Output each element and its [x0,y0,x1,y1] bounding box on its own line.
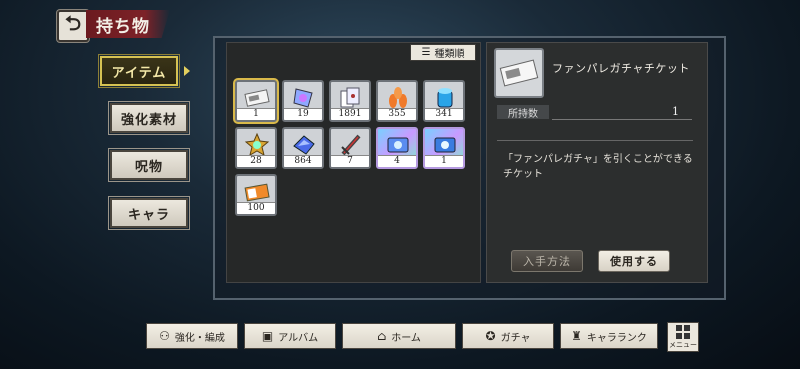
tab-characters[interactable]: キャラ [108,196,190,230]
item-count: 7 [331,155,369,167]
item-count: 28 [237,155,275,167]
tab-enhance-materials[interactable]: 強化素材 [108,101,190,135]
nav-gacha[interactable]: ✪ ガチャ [462,323,554,349]
nav-label: 強化・編成 [174,332,225,344]
item-count: 4 [378,155,416,167]
album-icon: ▣ [261,329,274,343]
item-slot[interactable]: 28 [235,127,277,169]
item-count: 1891 [331,108,369,120]
use-button[interactable]: 使用する [598,250,670,272]
nav-label: ホーム [391,332,421,344]
nav-label: ガチャ [500,332,531,344]
back-arrow-icon: ⮌ [64,11,82,35]
home-icon: ⌂ [377,329,387,343]
item-slot[interactable]: 341 [423,80,465,122]
sort-button[interactable]: ☰ 種類順 [410,44,476,61]
nav-character-rank[interactable]: ♜ キャラランク [560,323,658,349]
item-slot[interactable]: 4 [376,127,418,169]
active-tab-arrow-icon [184,66,190,76]
item-slot[interactable]: 1891 [329,80,371,122]
owned-count-label: 所持数 [497,105,549,120]
divider [497,140,693,141]
item-slot[interactable]: 7 [329,127,371,169]
item-count: 341 [425,108,463,120]
nav-album[interactable]: ▣ アルバム [244,323,336,349]
item-count: 19 [284,108,322,120]
item-slot[interactable]: 355 [376,80,418,122]
tab-cursed-objects[interactable]: 呪物 [108,148,190,182]
item-name: ファンパレガチャチケット [552,62,690,75]
item-count: 1 [425,155,463,167]
rank-icon: ♜ [571,329,582,343]
tab-items[interactable]: アイテム [98,54,180,88]
menu-label: メニュー [669,341,697,349]
divider [552,119,692,120]
item-slot[interactable]: 19 [282,80,324,122]
item-slot[interactable]: 100 [235,174,277,216]
owned-count-value: 1 [672,105,679,118]
gacha-icon: ✪ [485,329,496,343]
sort-icon: ☰ [421,47,431,58]
nav-enhance-formation[interactable]: ⚇ 強化・編成 [146,323,238,349]
nav-label: アルバム [278,332,319,344]
item-description: 「ファンパレガチャ」を引くことができるチケット [503,154,693,180]
back-button[interactable]: ⮌ [57,10,89,42]
people-icon: ⚇ [159,329,170,343]
item-slot[interactable]: 1 [235,80,277,122]
how-to-get-button[interactable]: 入手方法 [511,250,583,272]
item-count: 355 [378,108,416,120]
item-count: 100 [237,202,275,214]
item-count: 1 [237,108,275,120]
detail-item-image [494,48,544,98]
grid-menu-icon [676,325,690,339]
nav-home[interactable]: ⌂ ホーム [342,323,456,349]
sort-label: 種類順 [434,49,465,60]
item-slot[interactable]: 864 [282,127,324,169]
page-title: 持ち物 [86,10,170,38]
gacha-ticket-icon [499,59,539,87]
item-count: 864 [284,155,322,167]
menu-button[interactable]: メニュー [667,322,699,352]
item-slot[interactable]: 1 [423,127,465,169]
nav-label: キャラランク [586,332,647,344]
